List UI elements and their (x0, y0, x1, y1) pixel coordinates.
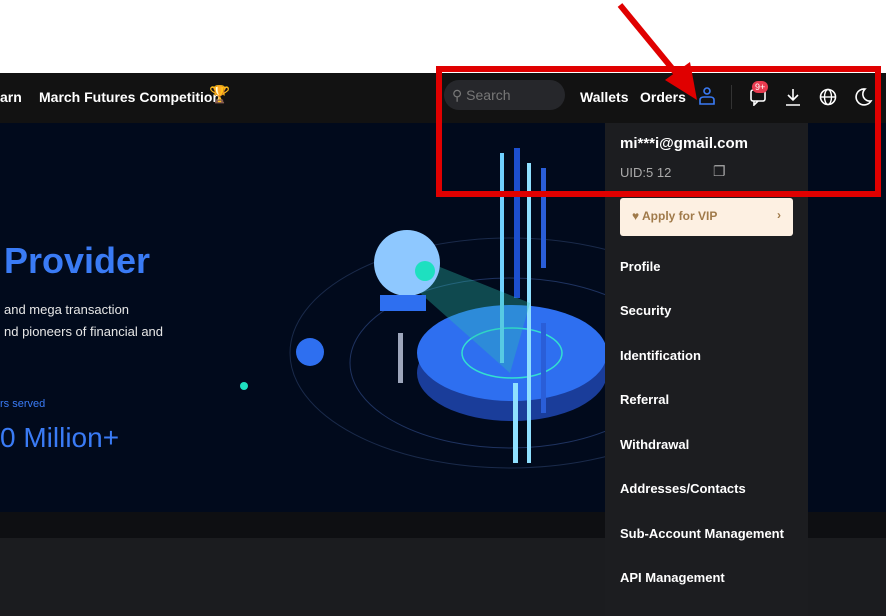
hero-text-line2: nd pioneers of financial and (4, 324, 164, 339)
menu-item-identification[interactable]: Identification (620, 348, 701, 363)
menu-item-withdrawal[interactable]: Withdrawal (620, 437, 689, 452)
users-served-label: rs served (0, 398, 46, 410)
menu-item-api[interactable]: API Management (620, 570, 725, 585)
hero-text-line1: and mega transaction (4, 302, 130, 317)
menu-item-addresses[interactable]: Addresses/Contacts (620, 481, 746, 496)
annotation-arrow-icon (617, 3, 697, 100)
menu-item-referral[interactable]: Referral (620, 392, 669, 407)
apply-vip-label: Apply for VIP (642, 209, 718, 223)
hero-title: Provider (4, 240, 151, 281)
menu-item-profile[interactable]: Profile (620, 259, 660, 274)
menu-item-security[interactable]: Security (620, 303, 671, 318)
apply-vip-button[interactable]: ♥ Apply for VIP › (620, 198, 793, 236)
users-served-value: 0 Million+ (0, 422, 120, 453)
menu-item-sub-account[interactable]: Sub-Account Management (620, 526, 784, 541)
chevron-right-icon: › (777, 208, 781, 222)
diamond-icon: ♥ (632, 209, 640, 223)
